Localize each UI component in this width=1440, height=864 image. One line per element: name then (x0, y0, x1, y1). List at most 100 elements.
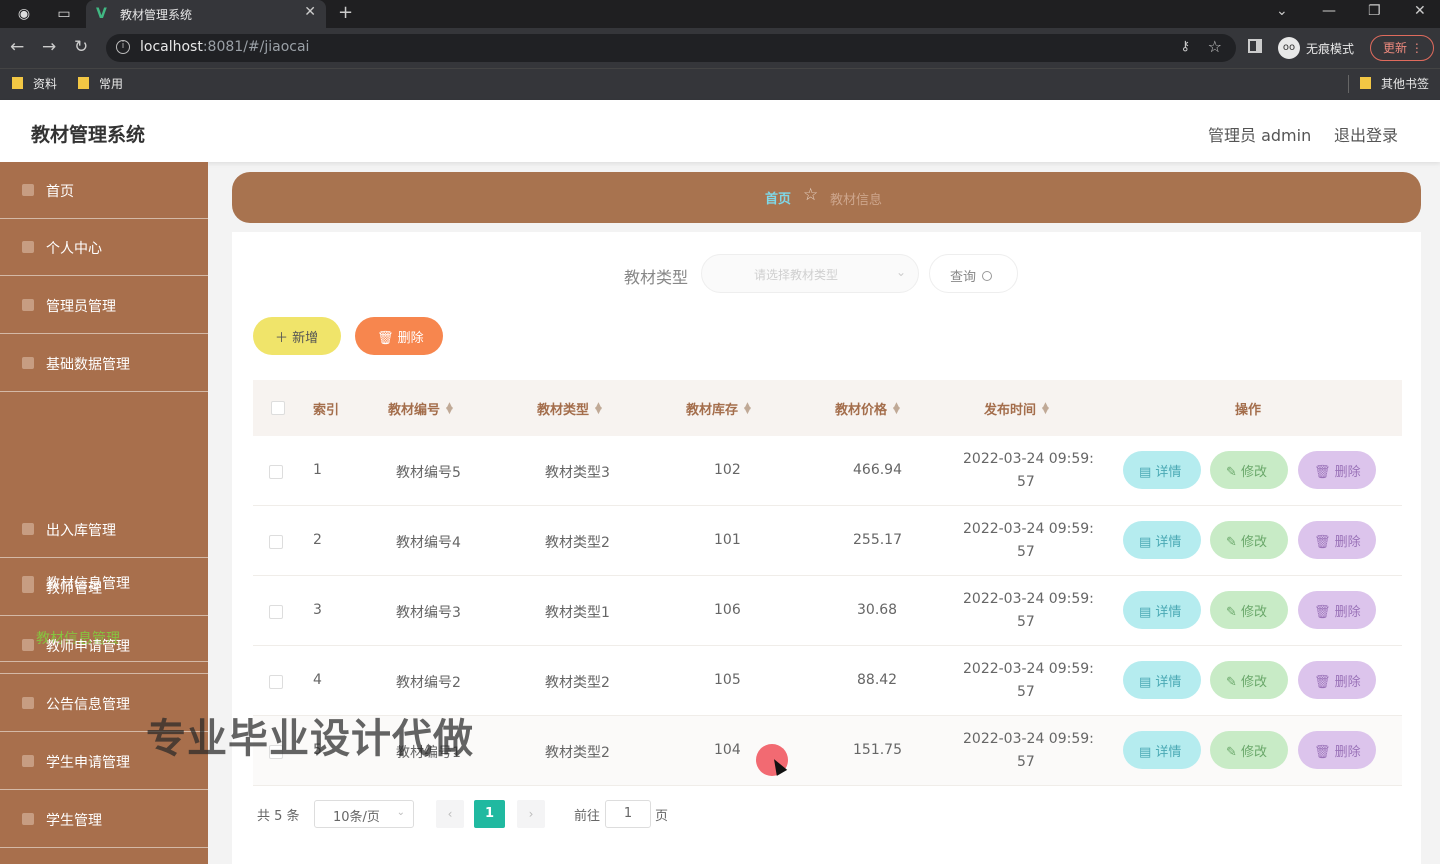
bookmark-folder-ziliao[interactable]: 资料 (12, 75, 57, 92)
forward-icon[interactable]: → (42, 37, 56, 57)
logout-link[interactable]: 退出登录 (1334, 122, 1398, 146)
delete-button[interactable]: 🗑 删除 (1298, 451, 1376, 489)
delete-button[interactable]: 🗑 删除 (1298, 731, 1376, 769)
batch-delete-button[interactable]: 🗑 删除 (355, 317, 443, 355)
col-price[interactable]: 教材价格 ▲ ▼ (835, 399, 900, 419)
col-stock-label: 教材库存 (686, 403, 739, 418)
cell-code: 教材编号2 (396, 675, 461, 691)
detail-button[interactable]: ▤ 详情 (1123, 451, 1201, 489)
edit-button[interactable]: ✎ 修改 (1210, 661, 1288, 699)
col-type[interactable]: 教材类型 ▲ ▼ (537, 399, 602, 419)
delete-button[interactable]: 🗑 删除 (1298, 661, 1376, 699)
stock-icon (22, 523, 34, 535)
breadcrumb-home[interactable]: 首页 (765, 188, 791, 207)
side-panel-icon[interactable] (1248, 39, 1262, 53)
row-checkbox[interactable] (269, 605, 283, 619)
edit-button[interactable]: ✎ 修改 (1210, 731, 1288, 769)
cell-time-line2: 57 (1017, 544, 1035, 560)
col-time[interactable]: 发布时间 ▲ ▼ (984, 399, 1049, 419)
app-title: 教材管理系统 (31, 124, 146, 146)
filter-type-select[interactable]: 请选择教材类型 ⌄ (701, 254, 919, 293)
page-number-current[interactable]: 1 (474, 800, 505, 828)
goto-page-input[interactable]: 1 (605, 800, 651, 828)
sidebar-item-stock[interactable]: 出入库管理 (0, 501, 208, 558)
window-minimize-icon[interactable]: — (1322, 3, 1336, 19)
user-icon (22, 241, 34, 253)
other-bookmarks[interactable]: 其他书签 (1360, 75, 1429, 92)
window-restore-icon[interactable]: ❐ (1368, 3, 1381, 19)
sidebar-item-label: 基础数据管理 (46, 357, 130, 373)
edit-label: 修改 (1241, 745, 1268, 760)
row-checkbox[interactable] (269, 675, 283, 689)
sidebar-item-admins[interactable]: 管理员管理 (0, 277, 208, 334)
browser-toolbar: ← → ↻ i localhost:8081/#/jiaocai ⚷ ☆ oo … (0, 28, 1440, 68)
back-icon[interactable]: ← (10, 37, 24, 57)
bookmark-folder-changyong[interactable]: 常用 (78, 75, 123, 92)
cell-time-line2: 57 (1017, 754, 1035, 770)
chevron-down-icon: ⌄ (895, 265, 906, 279)
detail-button[interactable]: ▤ 详情 (1123, 591, 1201, 629)
delete-label: 删除 (397, 331, 424, 346)
browser-menu-icon[interactable]: ◉ (14, 4, 34, 24)
goto-label: 前往 (574, 809, 601, 824)
edit-button[interactable]: ✎ 修改 (1210, 521, 1288, 559)
incognito-icon[interactable]: oo (1278, 37, 1300, 59)
detail-button[interactable]: ▤ 详情 (1123, 661, 1201, 699)
cell-time-line1: 2022-03-24 09:59: (963, 731, 1094, 747)
cell-stock: 106 (714, 602, 741, 618)
site-info-icon[interactable]: i (116, 40, 130, 54)
new-tab-icon[interactable]: + (338, 2, 353, 23)
cell-code: 教材编号3 (396, 605, 461, 621)
cell-stock: 102 (714, 462, 741, 478)
sort-icon[interactable]: ▲ ▼ (595, 402, 602, 416)
col-index: 索引 (313, 403, 340, 418)
browser-tab[interactable]: V 教材管理系统 ✕ (86, 0, 326, 28)
window-close-icon[interactable]: ✕ (1414, 3, 1426, 19)
tab-list-chevron-icon[interactable]: ⌄ (1276, 3, 1288, 19)
next-page-button[interactable]: › (517, 800, 545, 828)
sidebar-item-home[interactable]: 首页 (0, 162, 208, 219)
pagination-total: 共 5 条 (257, 809, 300, 824)
detail-button[interactable]: ▤ 详情 (1123, 521, 1201, 559)
edit-label: 修改 (1241, 535, 1268, 550)
add-button[interactable]: ＋ 新增 (253, 317, 341, 355)
sort-icon[interactable]: ▲ ▼ (446, 402, 453, 416)
sort-icon[interactable]: ▲ ▼ (1042, 402, 1049, 416)
sidebar-item-students[interactable]: 学生管理 (0, 791, 208, 848)
detail-button[interactable]: ▤ 详情 (1123, 731, 1201, 769)
col-code[interactable]: 教材编号 ▲ ▼ (388, 399, 453, 419)
cell-time-line2: 57 (1017, 684, 1035, 700)
select-all-checkbox[interactable] (271, 401, 285, 415)
admin-name: 管理员 admin (1208, 126, 1312, 145)
sidebar-item-teacher-requests[interactable]: 教师申请管理 (0, 617, 208, 674)
url-path: :8081/#/jiaocai (202, 39, 310, 55)
delete-button[interactable]: 🗑 删除 (1298, 521, 1376, 559)
reload-icon[interactable]: ↻ (74, 37, 88, 57)
password-key-icon[interactable]: ⚷ (1180, 39, 1190, 54)
sidebar-item-basic-data[interactable]: 基础数据管理 (0, 335, 208, 392)
row-checkbox[interactable] (269, 535, 283, 549)
bookmark-star-icon[interactable]: ☆ (1208, 37, 1222, 56)
address-bar[interactable]: i localhost:8081/#/jiaocai ⚷ ☆ (106, 34, 1236, 62)
tab-close-icon[interactable]: ✕ (304, 4, 316, 20)
update-button[interactable]: 更新 ⋮ (1370, 35, 1434, 61)
cell-price: 151.75 (853, 742, 902, 758)
col-price-label: 教材价格 (835, 403, 888, 418)
prev-page-button[interactable]: ‹ (436, 800, 464, 828)
col-actions: 操作 (1235, 403, 1262, 418)
student-icon (22, 813, 34, 825)
search-icon (982, 271, 993, 281)
tab-search-icon[interactable]: ▭ (54, 4, 74, 24)
sidebar-item-teachers[interactable]: 教师管理 (0, 559, 208, 616)
col-stock[interactable]: 教材库存 ▲ ▼ (686, 399, 751, 419)
delete-button[interactable]: 🗑 删除 (1298, 591, 1376, 629)
query-button[interactable]: 查询 (929, 254, 1018, 293)
page-size-select[interactable]: 10条/页 ⌄ (314, 800, 414, 828)
sort-icon[interactable]: ▲ ▼ (893, 402, 900, 416)
request-icon (22, 755, 34, 767)
edit-button[interactable]: ✎ 修改 (1210, 451, 1288, 489)
sort-icon[interactable]: ▲ ▼ (744, 402, 751, 416)
row-checkbox[interactable] (269, 465, 283, 479)
sidebar-item-profile[interactable]: 个人中心 (0, 219, 208, 276)
edit-button[interactable]: ✎ 修改 (1210, 591, 1288, 629)
